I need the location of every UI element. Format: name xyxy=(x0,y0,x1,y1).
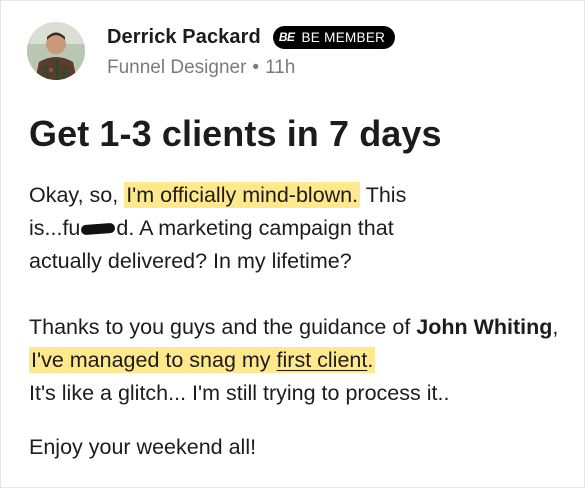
post-card: Derrick Packard BE BE MEMBER Funnel Desi… xyxy=(0,0,585,488)
mentioned-name: John Whiting xyxy=(416,315,553,339)
post-time[interactable]: 11h xyxy=(265,57,295,78)
member-badge[interactable]: BE BE MEMBER xyxy=(272,25,396,49)
post-paragraph-2: Thanks to you guys and the guidance of J… xyxy=(29,311,574,410)
p1-text-after: This xyxy=(360,183,407,207)
post-paragraph-3: Enjoy your weekend all! xyxy=(29,435,257,459)
meta-separator: • xyxy=(252,57,260,78)
post-paragraph-1: Okay, so, I'm officially mind-blown. Thi… xyxy=(29,179,574,278)
p1-line2-start: is...fu xyxy=(29,216,81,240)
p2-highlight-text: I've managed to snag my xyxy=(31,348,277,372)
p1-line3: actually delivered? In my lifetime? xyxy=(29,249,352,273)
p2-highlight: I've managed to snag my first client. xyxy=(29,347,376,373)
p1-line2-rest: d. A marketing campaign that xyxy=(116,216,394,240)
avatar-photo-icon xyxy=(27,22,85,80)
be-logo-icon: BE xyxy=(278,30,295,44)
post-title: Get 1-3 clients in 7 days xyxy=(29,113,442,154)
author-name[interactable]: Derrick Packard xyxy=(107,26,261,49)
badge-label: BE MEMBER xyxy=(301,29,386,45)
author-meta: Funnel Designer • 11h xyxy=(107,57,295,79)
p2-line3: It's like a glitch... I'm still trying t… xyxy=(29,381,450,405)
p1-highlight: I'm officially mind-blown. xyxy=(124,182,361,208)
redaction-mark xyxy=(81,223,116,236)
p2-comma: , xyxy=(552,315,559,339)
avatar[interactable] xyxy=(27,22,85,80)
p2-highlight-end: . xyxy=(367,348,374,372)
author-row: Derrick Packard BE BE MEMBER xyxy=(107,23,396,51)
author-role: Funnel Designer xyxy=(107,57,247,78)
p1-text: Okay, so, xyxy=(29,183,125,207)
first-client-link[interactable]: first client xyxy=(277,348,368,372)
p2-text: Thanks to you guys and the guidance of xyxy=(29,315,417,339)
